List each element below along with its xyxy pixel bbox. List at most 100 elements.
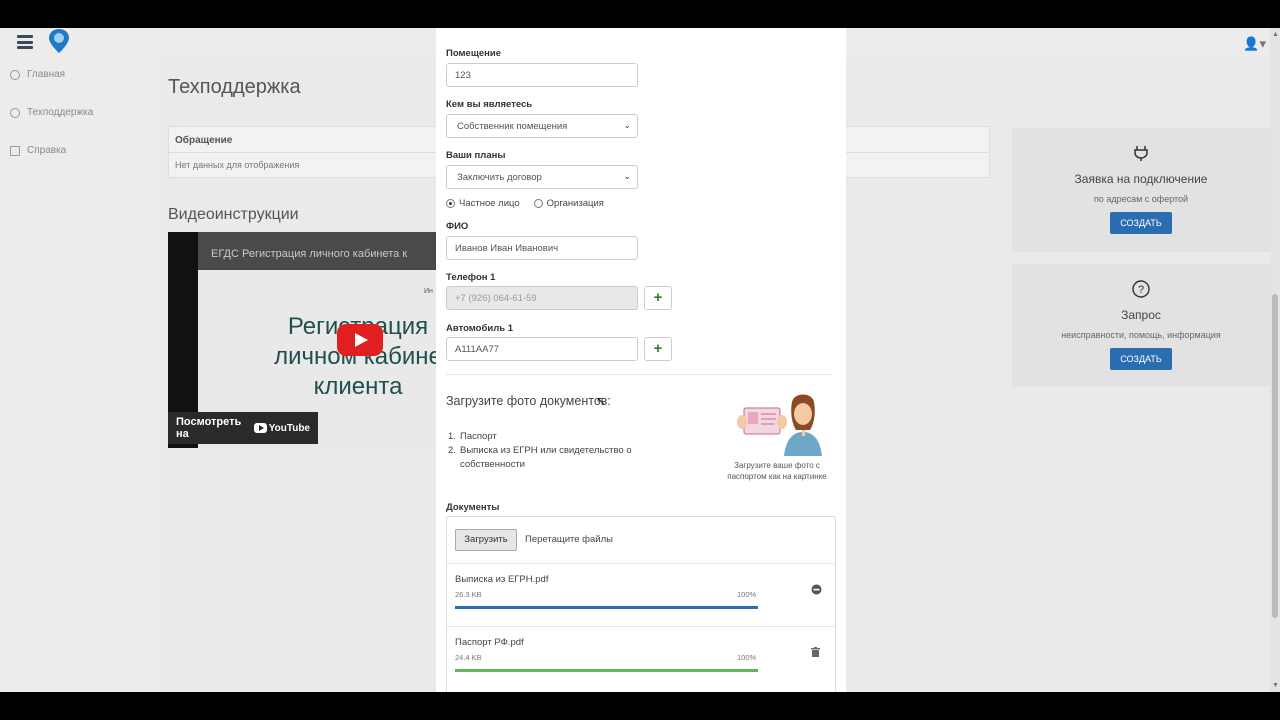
page-scrollbar[interactable]: ▲ ▼ (1270, 28, 1280, 692)
documents-label: Документы (446, 502, 500, 513)
video-player[interactable]: ЕГДС Регистрация личного кабинета к Ин Р… (168, 232, 436, 448)
file-progress-fill (455, 606, 758, 609)
sidebar-item-label: Справка (27, 145, 67, 156)
scroll-down-icon[interactable]: ▼ (1272, 682, 1279, 689)
fio-label: ФИО (446, 221, 469, 232)
card-title: Запрос (1121, 308, 1161, 322)
svg-text:?: ? (1138, 284, 1144, 296)
file-name: Выписка из ЕГРН.pdf (455, 574, 549, 585)
person-type-radios: Частное лицо Организация (446, 198, 604, 209)
illustration-caption: Загрузите ваше фото с паспортом как на к… (727, 461, 827, 481)
radio-organization[interactable]: Организация (533, 198, 604, 209)
card-subtitle: по адресам с офертой (1093, 194, 1189, 204)
file-progress-bar (455, 606, 758, 609)
file-item: Выписка из ЕГРН.pdf 26.3 KB 100% (447, 563, 835, 625)
video-title[interactable]: ЕГДС Регистрация личного кабинета к (211, 248, 407, 260)
user-icon[interactable]: 👤▾ (1243, 36, 1266, 52)
car-label: Автомобиль 1 (446, 323, 513, 334)
file-progress-fill (455, 669, 758, 672)
role-select[interactable]: Собственник помещения ⌄ (446, 114, 638, 138)
plans-label: Ваши планы (446, 150, 506, 161)
video-overlay-text: Регистрация личном кабине клиента (228, 312, 436, 402)
radio-empty-icon (533, 199, 543, 208)
fio-input[interactable]: Иванов Иван Иванович (446, 236, 638, 260)
create-connection-button[interactable]: СОЗДАТЬ (1110, 212, 1172, 234)
file-dropzone[interactable]: Загрузить Перетащите файлы Выписка из ЕГ… (446, 516, 836, 692)
radio-label: Частное лицо (459, 198, 520, 209)
upload-button[interactable]: Загрузить (455, 529, 517, 551)
file-size: 24.4 KB (455, 653, 482, 662)
upload-title: Загрузите фото документов: (446, 394, 611, 408)
mouse-cursor-icon: ↖ (596, 394, 607, 408)
list-item-text: Паспорт (460, 431, 497, 442)
card-title: Заявка на подключение (1074, 172, 1208, 186)
add-car-button[interactable]: + (644, 337, 672, 361)
video-overlay-line: Регистрация (228, 312, 436, 342)
list-item-text: Выписка из ЕГРН или свидетельство о собс… (460, 445, 632, 470)
sidebar-item-label: Техподдержка (27, 107, 94, 118)
support-icon (10, 107, 20, 118)
video-overlay-line: личном кабине (274, 343, 436, 370)
chevron-down-icon: ⌄ (623, 120, 631, 130)
phone-input[interactable]: +7 (926) 064-61-59 (446, 286, 638, 310)
sidebar-item-label: Главная (27, 69, 66, 80)
radio-private-person[interactable]: Частное лицо (446, 198, 520, 209)
connection-card: Заявка на подключение по адресам с оферт… (1012, 128, 1270, 252)
add-phone-button[interactable]: + (644, 286, 672, 310)
youtube-label: YouTube (268, 422, 310, 434)
scroll-up-icon[interactable]: ▲ (1272, 31, 1279, 38)
request-card: ? Запрос неисправности, помощь, информац… (1012, 264, 1270, 386)
passport-photo-illustration (737, 394, 822, 456)
home-icon (10, 69, 20, 80)
file-progress-text: 100% (737, 590, 757, 599)
sidebar-item-help[interactable]: Справка (10, 145, 66, 156)
room-label: Помещение (446, 48, 501, 59)
play-icon[interactable] (337, 324, 383, 356)
file-progress-text: 100% (737, 653, 757, 662)
file-name: Паспорт РФ.pdf (455, 637, 524, 648)
video-channel: Ин (424, 288, 433, 295)
question-icon: ? (1132, 280, 1150, 298)
phone-label: Телефон 1 (446, 272, 496, 283)
radio-label: Организация (546, 198, 604, 209)
registration-modal: Помещение 123 Кем вы являетесь Собственн… (436, 28, 846, 692)
file-progress-bar (455, 669, 758, 672)
list-number: 1. (448, 431, 456, 442)
plans-select-value: Заключить договор (457, 172, 542, 183)
youtube-icon (253, 423, 267, 433)
app-screen: 👤▾ Главная Техподдержка Справка Техподде… (0, 28, 1280, 692)
sidebar-item-support[interactable]: Техподдержка (10, 107, 93, 118)
info-icon (10, 145, 20, 156)
file-size: 26.3 KB (455, 590, 482, 599)
sidebar: Главная Техподдержка Справка (0, 58, 158, 692)
menu-icon[interactable] (17, 35, 33, 49)
document-list: 1. Паспорт 2. Выписка из ЕГРН или свидетел… (448, 430, 658, 472)
chevron-down-icon: ⌄ (623, 171, 631, 181)
watch-on-youtube-button[interactable]: Посмотреть на YouTube (168, 412, 318, 444)
room-input[interactable]: 123 (446, 63, 638, 87)
role-select-value: Собственник помещения (457, 121, 568, 132)
card-subtitle: неисправности, помощь, информация (1061, 330, 1221, 340)
list-number: 2. (448, 445, 456, 456)
drop-hint: Перетащите файлы (525, 534, 613, 545)
scrollbar-thumb[interactable] (1272, 294, 1278, 618)
role-label: Кем вы являетесь (446, 99, 533, 110)
plug-icon (1132, 144, 1150, 162)
logo-icon (49, 29, 69, 53)
car-input[interactable]: А111АА77 (446, 337, 638, 361)
video-section-title: Видеоинструкции (168, 206, 299, 223)
youtube-logo: YouTube (253, 422, 310, 434)
watch-label: Посмотреть на (176, 416, 242, 440)
list-item: 2. Выписка из ЕГРН или свидетельство о со… (448, 444, 658, 472)
remove-icon[interactable] (811, 584, 822, 598)
sidebar-item-home[interactable]: Главная (10, 69, 65, 80)
list-item: 1. Паспорт (448, 430, 658, 444)
plans-select[interactable]: Заключить договор ⌄ (446, 165, 638, 189)
divider (446, 374, 832, 375)
page-title: Техподдержка (168, 76, 301, 98)
radio-selected-icon (446, 199, 455, 208)
create-request-button[interactable]: СОЗДАТЬ (1110, 348, 1172, 370)
file-item: Паспорт РФ.pdf 24.4 KB 100% (447, 626, 835, 688)
video-overlay-line: клиента (313, 373, 403, 400)
trash-icon[interactable] (811, 647, 820, 660)
